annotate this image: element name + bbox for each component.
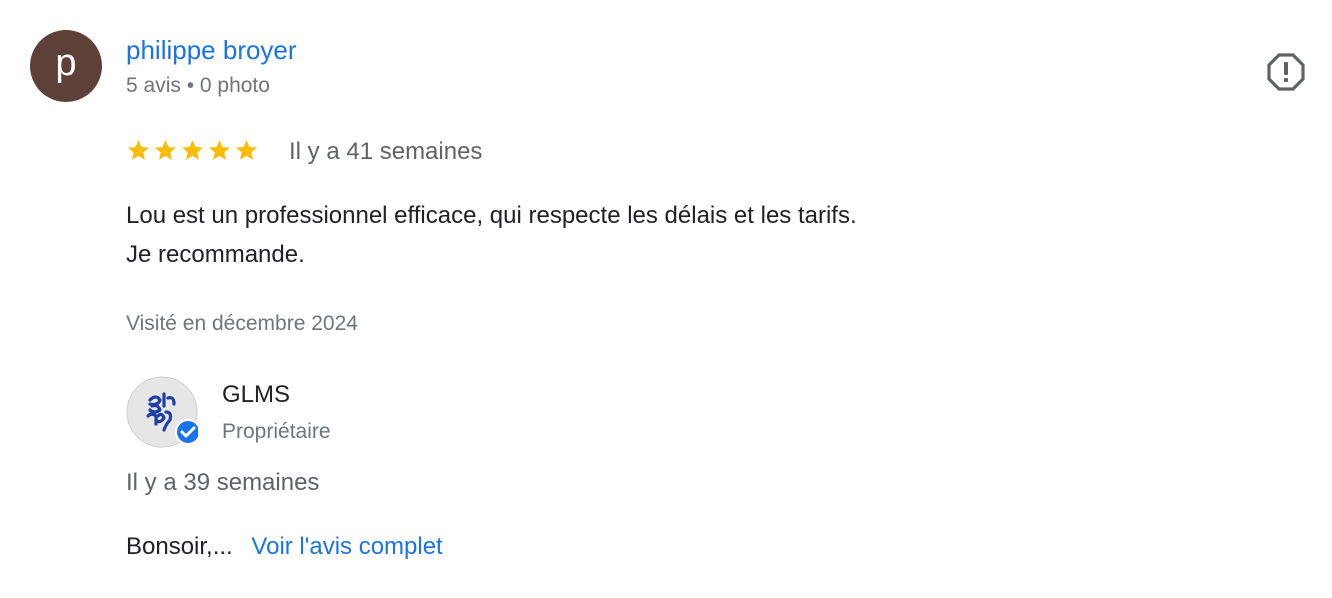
- response-snippet: Bonsoir,... Voir l'avis complet: [126, 532, 443, 562]
- report-review-button[interactable]: [1266, 52, 1306, 92]
- star-icon: [128, 140, 149, 160]
- visit-date: Visité en décembre 2024: [126, 312, 358, 335]
- response-text: Bonsoir,...: [126, 533, 233, 560]
- review-text: Lou est un professionnel efficace, qui r…: [126, 196, 1226, 274]
- see-full-review-link[interactable]: Voir l'avis complet: [251, 533, 442, 560]
- response-date: Il y a 39 semaines: [126, 469, 320, 496]
- star-icon: [236, 140, 257, 160]
- reviewer-meta: 5 avis • 0 photo: [126, 74, 270, 97]
- reviewer-initial: p: [55, 42, 77, 84]
- star-icon: [209, 140, 230, 160]
- review-date: Il y a 41 semaines: [289, 138, 483, 165]
- owner-role: Propriétaire: [222, 420, 331, 443]
- report-flag-icon: [1267, 53, 1305, 91]
- star-rating: [126, 138, 259, 166]
- owner-name: GLMS: [222, 381, 291, 408]
- star-icon: [182, 140, 203, 160]
- reviewer-avatar[interactable]: p: [30, 30, 102, 102]
- owner-logo-icon: [126, 376, 201, 448]
- star-icon: [155, 140, 176, 160]
- review-text-line: Lou est un professionnel efficace, qui r…: [126, 202, 857, 229]
- owner-avatar: [126, 376, 201, 448]
- reviewer-name-link[interactable]: philippe broyer: [126, 34, 297, 66]
- review-text-line: Je recommande.: [126, 241, 305, 268]
